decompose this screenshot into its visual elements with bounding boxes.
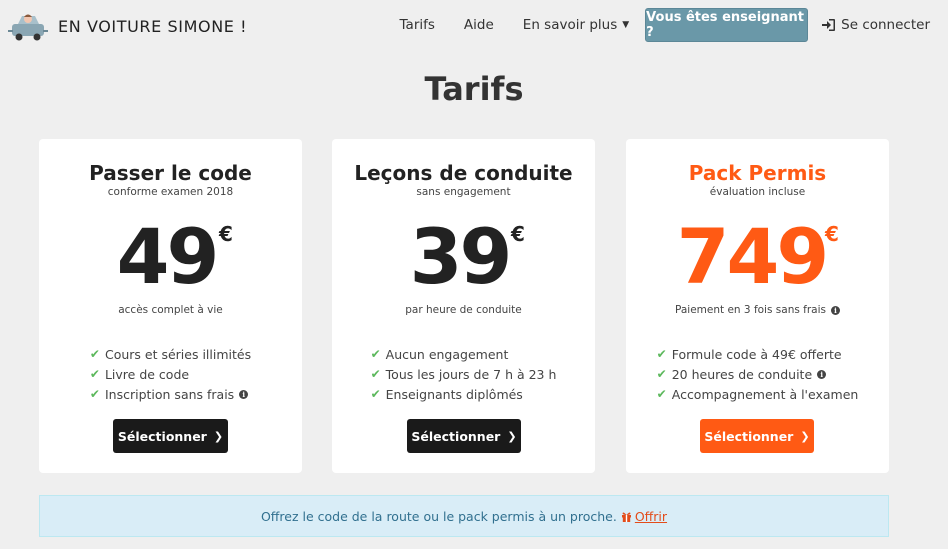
feature-label: Formule code à 49€ offerte (671, 346, 842, 362)
teacher-button[interactable]: Vous êtes enseignant ? (645, 8, 809, 42)
feature-label: Enseignants diplômés (385, 386, 523, 402)
price: 749 € (626, 214, 889, 300)
nav-tarifs[interactable]: Tarifs (400, 17, 435, 33)
price-amount: 749 (676, 212, 830, 301)
chevron-right-icon: ❯ (800, 429, 810, 443)
select-pack-button[interactable]: Sélectionner ❯ (700, 419, 814, 453)
nav-en-savoir-plus[interactable]: En savoir plus ▼ (523, 17, 629, 33)
page-title: Tarifs (424, 70, 524, 108)
select-button-label: Sélectionner (117, 428, 207, 444)
gift-offer-banner: Offrez le code de la route ou le pack pe… (39, 495, 889, 537)
card-subtitle: sans engagement (416, 186, 511, 198)
feature-label: Aucun engagement (385, 346, 509, 362)
card-title: Leçons de conduite (354, 161, 573, 185)
price: 39 € (332, 214, 595, 300)
feature-label: Tous les jours de 7 h à 23 h (385, 366, 557, 382)
card-title: Pack Permis (688, 161, 827, 185)
feature-item: ✔ Enseignants diplômés (371, 384, 557, 404)
check-icon: ✔ (370, 347, 381, 361)
feature-item: ✔ 20 heures de conduite i (657, 364, 859, 384)
feature-list: ✔ Cours et séries illimités ✔ Livre de cod… (90, 344, 251, 404)
check-icon: ✔ (89, 347, 100, 361)
pricing-card-conduite: Leçons de conduite sans engagement 39 € … (332, 139, 595, 473)
feature-list: ✔ Formule code à 49€ offerte ✔ 20 heures d… (657, 344, 859, 404)
feature-item: ✔ Aucun engagement (371, 344, 557, 364)
brand-link[interactable]: EN VOITURE SIMONE ! (8, 8, 247, 44)
check-icon: ✔ (89, 367, 100, 381)
price-currency: € (219, 222, 233, 246)
check-icon: ✔ (656, 347, 667, 361)
login-label: Se connecter (841, 17, 930, 33)
feature-label: Inscription sans frais (104, 386, 235, 402)
info-icon[interactable]: i (831, 305, 840, 315)
check-icon: ✔ (89, 387, 100, 401)
feature-item: ✔ Cours et séries illimités (90, 344, 251, 364)
card-title: Passer le code (89, 161, 252, 185)
offer-link[interactable]: Offrir (621, 509, 667, 524)
offer-link-label: Offrir (634, 508, 668, 524)
info-icon[interactable]: i (239, 389, 249, 399)
price-note: Paiement en 3 fois sans frais i (626, 304, 889, 316)
caret-down-icon: ▼ (622, 20, 630, 30)
feature-item: ✔ Tous les jours de 7 h à 23 h (371, 364, 557, 384)
gift-icon (621, 512, 631, 522)
check-icon: ✔ (656, 367, 667, 381)
feature-label: Accompagnement à l'examen (671, 386, 859, 402)
feature-label: Livre de code (104, 366, 190, 382)
price-note: accès complet à vie (118, 304, 223, 316)
select-code-button[interactable]: Sélectionner ❯ (113, 419, 228, 453)
feature-item: ✔ Livre de code (90, 364, 251, 384)
feature-list: ✔ Aucun engagement ✔ Tous les jours de 7 h… (371, 344, 557, 404)
feature-item: ✔ Formule code à 49€ offerte (657, 344, 859, 364)
price-note-label: Paiement en 3 fois sans frais (675, 304, 826, 316)
price-note: par heure de conduite (405, 304, 522, 316)
price-currency: € (511, 222, 525, 246)
main-nav: Tarifs Aide En savoir plus ▼ Vous êtes e… (371, 8, 930, 42)
feature-label: 20 heures de conduite (671, 366, 813, 382)
login-link[interactable]: Se connecter (822, 17, 930, 33)
nav-en-savoir-plus-label: En savoir plus (522, 17, 618, 33)
check-icon: ✔ (656, 387, 667, 401)
nav-aide[interactable]: Aide (464, 17, 494, 33)
navbar: EN VOITURE SIMONE ! Tarifs Aide En savoi… (0, 0, 948, 52)
price-currency: € (825, 222, 839, 246)
select-button-label: Sélectionner (411, 428, 501, 444)
card-subtitle: évaluation incluse (709, 186, 806, 198)
check-icon: ✔ (370, 387, 381, 401)
brand-name: EN VOITURE SIMONE ! (58, 16, 248, 36)
feature-item: ✔ Inscription sans frais i (90, 384, 251, 404)
car-logo-icon (8, 14, 48, 41)
price-amount: 39 (409, 212, 513, 301)
pricing-card-pack-permis: Pack Permis évaluation incluse 749 € Pai… (626, 139, 889, 473)
price: 49 € (39, 214, 302, 300)
offer-text: Offrez le code de la route ou le pack pe… (260, 508, 617, 524)
price-amount: 49 (116, 212, 220, 301)
sign-in-icon (822, 19, 836, 31)
feature-label: Cours et séries illimités (104, 346, 252, 362)
feature-item: ✔ Accompagnement à l'examen (657, 384, 859, 404)
pricing-card-code: Passer le code conforme examen 2018 49 €… (39, 139, 302, 473)
chevron-right-icon: ❯ (213, 429, 224, 443)
check-icon: ✔ (370, 367, 381, 381)
select-conduite-button[interactable]: Sélectionner ❯ (407, 419, 521, 453)
info-icon[interactable]: i (817, 369, 827, 379)
chevron-right-icon: ❯ (507, 429, 517, 443)
card-subtitle: conforme examen 2018 (107, 186, 234, 198)
select-button-label: Sélectionner (704, 428, 794, 444)
